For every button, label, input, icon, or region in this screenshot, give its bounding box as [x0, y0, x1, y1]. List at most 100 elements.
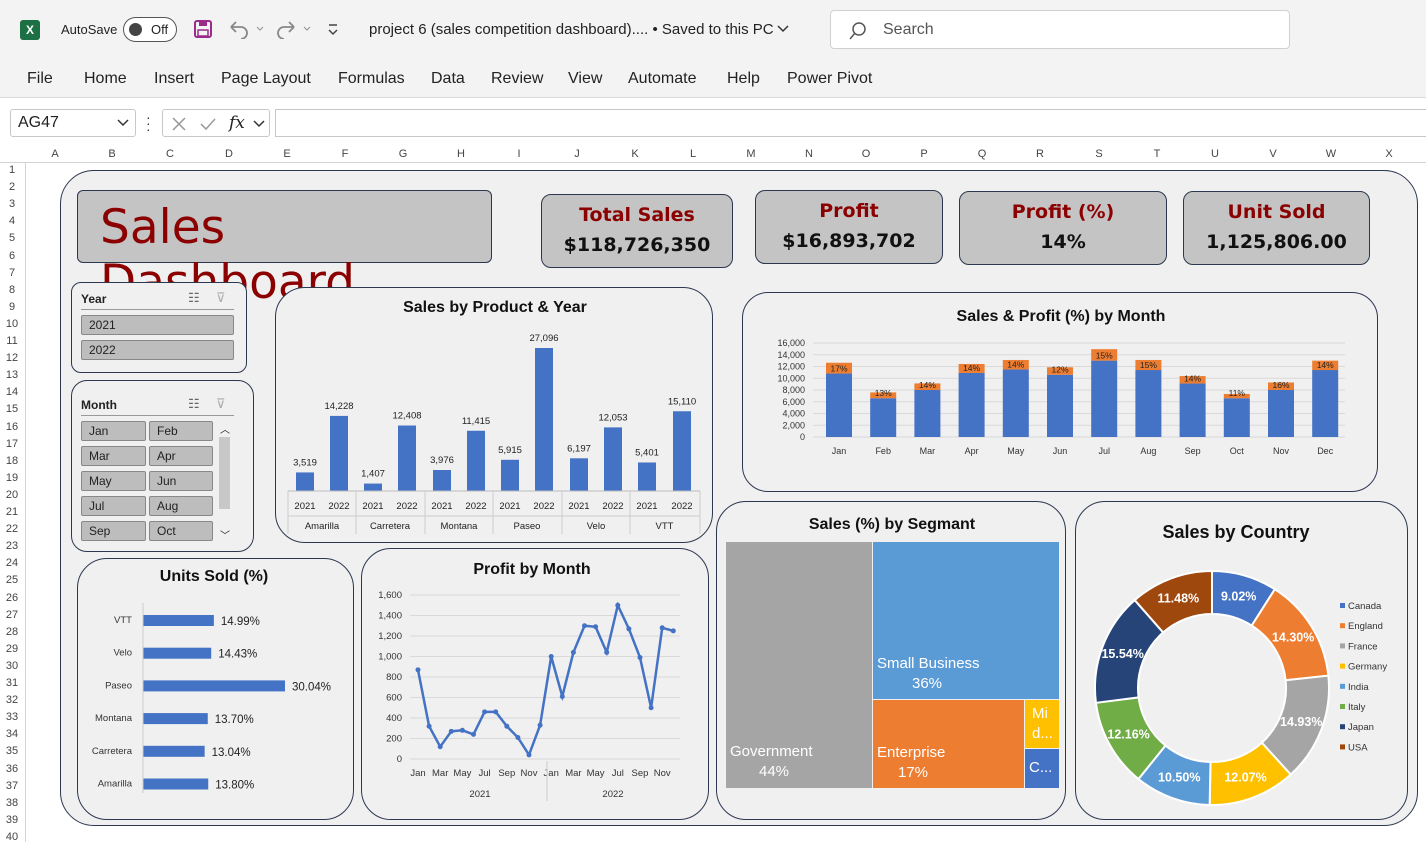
enter-icon[interactable] [199, 116, 217, 132]
menu-data[interactable]: Data [431, 70, 465, 88]
menu-home[interactable]: Home [84, 70, 127, 88]
row-header[interactable]: 32 [0, 694, 24, 706]
column-header[interactable]: L [664, 148, 722, 160]
row-header[interactable]: 5 [0, 232, 24, 244]
row-header[interactable]: 8 [0, 284, 24, 296]
column-header[interactable]: J [548, 148, 606, 160]
row-header[interactable]: 29 [0, 643, 24, 655]
scroll-down-icon[interactable]: ﹀ [220, 527, 230, 542]
row-header[interactable]: 14 [0, 386, 24, 398]
row-header[interactable]: 38 [0, 797, 24, 809]
scroll-up-icon[interactable]: ︿ [220, 421, 230, 436]
menu-page-layout[interactable]: Page Layout [221, 70, 311, 88]
formula-input[interactable] [275, 109, 1426, 137]
row-header[interactable]: 20 [0, 489, 24, 501]
row-header[interactable]: 36 [0, 763, 24, 775]
row-header[interactable]: 22 [0, 523, 24, 535]
column-header[interactable]: R [1011, 148, 1069, 160]
column-header[interactable]: I [490, 148, 548, 160]
row-header[interactable]: 13 [0, 369, 24, 381]
column-header[interactable]: D [200, 148, 258, 160]
menu-help[interactable]: Help [727, 70, 760, 88]
fx-icon[interactable]: fx [229, 113, 245, 133]
undo-icon[interactable] [227, 19, 267, 39]
clear-filter-icon[interactable]: ⊽ [216, 290, 226, 306]
slicer-item-2022[interactable]: 2022 [81, 340, 234, 360]
slicer-item-jun[interactable]: Jun [149, 471, 213, 491]
more-options-icon[interactable]: · · · [146, 110, 151, 136]
name-box[interactable]: AG47 [10, 109, 136, 137]
slicer-scrollbar[interactable]: ︿ ﹀ [217, 421, 233, 542]
row-header[interactable]: 9 [0, 301, 24, 313]
row-header[interactable]: 30 [0, 660, 24, 672]
row-header[interactable]: 10 [0, 318, 24, 330]
row-header[interactable]: 15 [0, 403, 24, 415]
redo-icon[interactable] [276, 19, 316, 39]
row-header[interactable]: 26 [0, 592, 24, 604]
row-header[interactable]: 17 [0, 438, 24, 450]
menu-insert[interactable]: Insert [154, 70, 194, 88]
autosave-toggle[interactable]: Off [123, 17, 177, 42]
row-header[interactable]: 28 [0, 626, 24, 638]
menu-formulas[interactable]: Formulas [338, 70, 405, 88]
slicer-item-aug[interactable]: Aug [149, 496, 213, 516]
column-header[interactable]: A [26, 148, 84, 160]
row-header[interactable]: 25 [0, 574, 24, 586]
column-header[interactable]: K [606, 148, 664, 160]
row-header[interactable]: 2 [0, 181, 24, 193]
column-header[interactable]: B [83, 148, 141, 160]
column-header[interactable]: U [1186, 148, 1244, 160]
column-header[interactable]: M [722, 148, 780, 160]
row-header[interactable]: 21 [0, 506, 24, 518]
row-header[interactable]: 33 [0, 711, 24, 723]
column-header[interactable]: N [780, 148, 838, 160]
column-header[interactable]: S [1070, 148, 1128, 160]
row-header[interactable]: 39 [0, 814, 24, 826]
customize-toolbar-icon[interactable] [326, 22, 340, 38]
row-header[interactable]: 24 [0, 557, 24, 569]
row-header[interactable]: 12 [0, 352, 24, 364]
menu-file[interactable]: File [27, 70, 53, 88]
column-header[interactable]: H [432, 148, 490, 160]
column-header[interactable]: Q [953, 148, 1011, 160]
multi-select-icon[interactable]: ☷ [188, 396, 200, 412]
column-header[interactable]: E [258, 148, 316, 160]
column-header[interactable]: T [1128, 148, 1186, 160]
column-header[interactable]: F [316, 148, 374, 160]
chevron-down-icon[interactable] [776, 24, 790, 34]
chevron-down-icon[interactable] [253, 120, 265, 128]
menu-review[interactable]: Review [491, 70, 543, 88]
menu-power-pivot[interactable]: Power Pivot [787, 70, 872, 88]
row-header[interactable]: 3 [0, 198, 24, 210]
slicer-item-apr[interactable]: Apr [149, 446, 213, 466]
row-header[interactable]: 11 [0, 335, 24, 347]
row-header[interactable]: 1 [0, 164, 24, 176]
row-header[interactable]: 34 [0, 728, 24, 740]
row-header[interactable]: 4 [0, 215, 24, 227]
file-name[interactable]: project 6 (sales competition dashboard).… [369, 21, 774, 38]
slicer-item-oct[interactable]: Oct [149, 521, 213, 541]
column-header[interactable]: O [837, 148, 895, 160]
slicer-item-jan[interactable]: Jan [81, 421, 146, 441]
row-header[interactable]: 16 [0, 421, 24, 433]
multi-select-icon[interactable]: ☷ [188, 290, 200, 306]
column-header[interactable]: W [1302, 148, 1360, 160]
row-header[interactable]: 7 [0, 267, 24, 279]
slicer-item-feb[interactable]: Feb [149, 421, 213, 441]
slicer-item-2021[interactable]: 2021 [81, 315, 234, 335]
search-box[interactable]: Search [830, 10, 1290, 49]
menu-view[interactable]: View [568, 70, 602, 88]
row-header[interactable]: 31 [0, 677, 24, 689]
row-header[interactable]: 23 [0, 540, 24, 552]
column-header[interactable]: C [141, 148, 199, 160]
column-header[interactable]: G [374, 148, 432, 160]
column-header[interactable]: P [895, 148, 953, 160]
scroll-thumb[interactable] [219, 437, 230, 509]
slicer-item-jul[interactable]: Jul [81, 496, 146, 516]
row-header[interactable]: 18 [0, 455, 24, 467]
menu-automate[interactable]: Automate [628, 70, 696, 88]
column-header[interactable]: V [1244, 148, 1302, 160]
cancel-icon[interactable] [171, 116, 187, 132]
slicer-item-mar[interactable]: Mar [81, 446, 146, 466]
column-header[interactable]: X [1360, 148, 1418, 160]
